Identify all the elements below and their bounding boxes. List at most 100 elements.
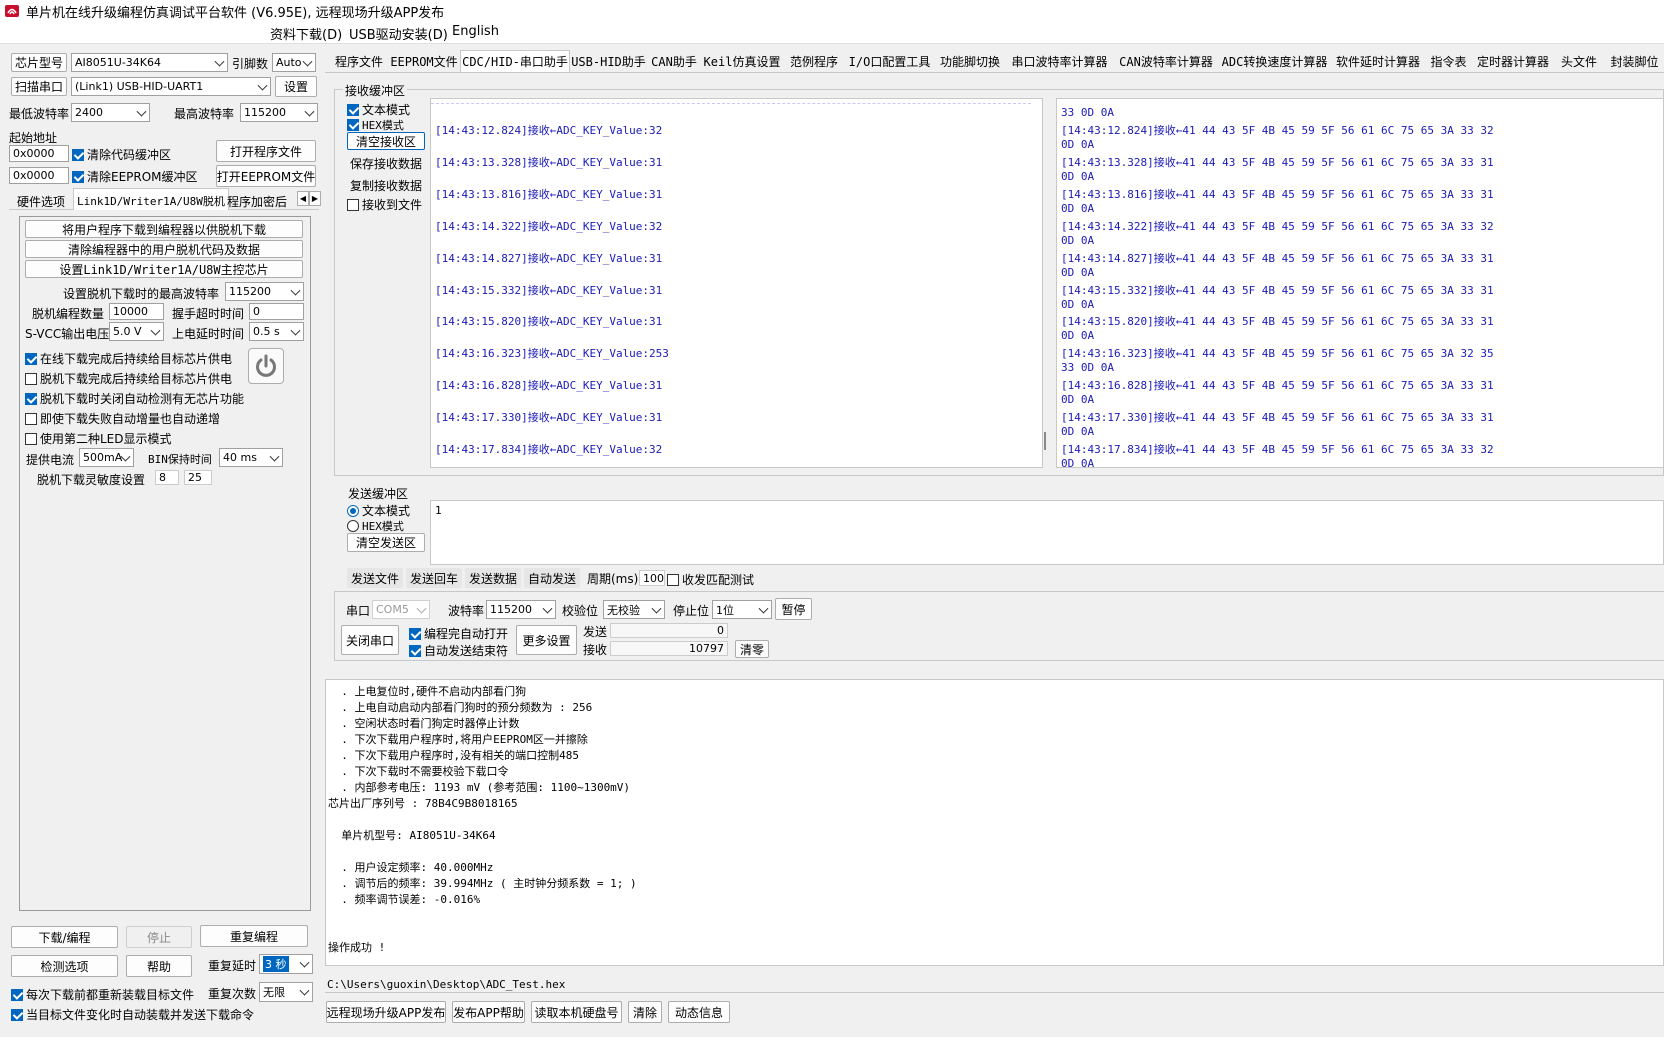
tab-16[interactable]: 封装脚位 [1605, 52, 1664, 71]
rx-hex-mode-checkbox[interactable]: HEX模式 [347, 117, 404, 133]
subtab-encrypt[interactable]: 程序加密后 [227, 193, 295, 210]
baud-select[interactable]: 115200 [486, 600, 556, 619]
publish-help-button[interactable]: 发布APP帮助 [452, 1001, 525, 1023]
scroll-right-icon[interactable]: ▶ [309, 191, 321, 206]
repeat-delay-select[interactable]: 3 秒 [259, 954, 313, 974]
eeprom-address-field[interactable]: 0x0000 [9, 167, 69, 184]
menu-usb-driver[interactable]: USB驱动安装(D) [349, 24, 448, 43]
download-to-programmer-button[interactable]: 将用户程序下载到编程器以供脱机下载 [25, 220, 303, 238]
pins-select[interactable]: Auto [272, 53, 316, 72]
clear-programmer-button[interactable]: 清除编程器中的用户脱机代码及数据 [25, 240, 303, 258]
scroll-left-icon[interactable]: ◀ [297, 191, 309, 206]
receive-hex-area[interactable]: 33 0D 0A [14:43:12.824]接收←41 44 43 5F 4B … [1056, 98, 1664, 468]
reload-file-checkbox[interactable]: 每次下载前都重新装载目标文件 [11, 986, 194, 1003]
stop-bit-select[interactable]: 1位 [712, 600, 772, 619]
chip-model-select[interactable]: AI8051U-34K64 [71, 53, 228, 72]
tab-8[interactable]: 功能脚切换 [935, 52, 1005, 71]
menu-english[interactable]: English [452, 24, 499, 39]
save-receive-button[interactable]: 保存接收数据 [347, 154, 425, 172]
receive-text-area[interactable]: [14:43:12.824]接收←ADC_KEY_Value:32 [14:43:… [430, 98, 1043, 468]
bin-hold-select[interactable]: 40 ms [219, 448, 283, 467]
stop-button[interactable]: 停止 [126, 926, 192, 948]
parity-select[interactable]: 无校验 [603, 600, 665, 619]
tab-3[interactable]: USB-HID助手 [571, 52, 646, 71]
open-eeprom-file-button[interactable]: 打开EEPROM文件 [216, 165, 316, 187]
open-program-file-button[interactable]: 打开程序文件 [216, 140, 316, 162]
scan-port-button[interactable]: 扫描串口 [11, 77, 67, 96]
rx-text-mode-checkbox[interactable]: 文本模式 [347, 101, 410, 118]
clear-log-button[interactable]: 清除 [628, 1001, 662, 1023]
receive-to-file-checkbox[interactable]: 接收到文件 [347, 196, 422, 213]
com-port-select[interactable]: COM5 [372, 600, 430, 619]
tab-9[interactable]: 串口波特率计算器 [1007, 52, 1112, 71]
pause-button[interactable]: 暂停 [775, 598, 812, 620]
auto-load-checkbox[interactable]: 当目标文件变化时自动装载并发送下载命令 [11, 1006, 254, 1023]
menu-download[interactable]: 资料下载(D) [270, 24, 342, 43]
download-program-button[interactable]: 下载/编程 [11, 926, 118, 948]
tab-6[interactable]: 范例程序 [785, 52, 843, 71]
auto-open-checkbox[interactable]: 编程完自动打开 [409, 625, 508, 642]
clear-code-checkbox[interactable]: 清除代码缓冲区 [72, 146, 171, 163]
tab-11[interactable]: ADC转换速度计算器 [1220, 52, 1329, 71]
svcc-select[interactable]: 5.0 V [109, 322, 164, 341]
subtab-hardware[interactable]: 硬件选项 [17, 193, 65, 210]
close-port-button[interactable]: 关闭串口 [341, 625, 399, 655]
power-button[interactable] [248, 348, 284, 384]
send-text-area[interactable]: 1 [430, 500, 1664, 565]
offline-count-field[interactable]: 10000 [109, 303, 164, 320]
log-output-area[interactable]: . 上电复位时,硬件不启动内部看门狗 . 上电自动启动内部看门狗时的预分频数为 … [325, 679, 1664, 966]
power-delay-select[interactable]: 0.5 s [249, 322, 304, 341]
help-button[interactable]: 帮助 [126, 955, 192, 977]
offline-power-checkbox[interactable]: 脱机下载完成后持续给目标芯片供电 [25, 370, 232, 387]
repeat-program-button[interactable]: 重复编程 [200, 925, 308, 947]
sensitivity-field-1[interactable]: 8 [155, 470, 179, 485]
port-settings-button[interactable]: 设置 [275, 76, 317, 97]
check-options-button[interactable]: 检测选项 [11, 955, 118, 977]
tab-12[interactable]: 软件延时计算器 [1331, 52, 1425, 71]
auto-detect-checkbox[interactable]: 脱机下载时关闭自动检测有无芯片功能 [25, 390, 244, 407]
set-master-chip-button[interactable]: 设置Link1D/Writer1A/U8W主控芯片 [25, 260, 303, 278]
send-data-button[interactable]: 发送数据 [465, 568, 521, 588]
current-select[interactable]: 500mA [79, 448, 134, 467]
tab-15[interactable]: 头文件 [1556, 52, 1602, 71]
led-mode-checkbox[interactable]: 使用第二种LED显示模式 [25, 430, 172, 447]
repeat-count-select[interactable]: 无限 [259, 982, 313, 1002]
tab-7[interactable]: I/O口配置工具 [846, 52, 933, 71]
match-test-checkbox[interactable]: 收发匹配测试 [667, 571, 754, 588]
code-address-field[interactable]: 0x0000 [9, 145, 69, 162]
tab-1[interactable]: EEPROM文件 [390, 52, 458, 71]
sensitivity-field-2[interactable]: 25 [184, 470, 212, 485]
tab-13[interactable]: 指令表 [1427, 52, 1470, 71]
tab-2[interactable]: CDC/HID-串口助手 [460, 50, 570, 72]
tab-5[interactable]: Keil仿真设置 [702, 52, 782, 71]
port-select[interactable]: (Link1) USB-HID-UART1 [71, 77, 271, 96]
dynamic-info-button[interactable]: 动态信息 [668, 1001, 730, 1023]
reset-count-button[interactable]: 清零 [735, 640, 769, 658]
offline-max-baud-select[interactable]: 115200 [225, 282, 304, 301]
tx-hex-mode-radio[interactable]: HEX模式 [347, 518, 404, 534]
copy-receive-button[interactable]: 复制接收数据 [347, 176, 425, 194]
min-baud-select[interactable]: 2400 [71, 103, 150, 122]
clear-receive-button[interactable]: 清空接收区 [347, 132, 425, 150]
auto-end-checkbox[interactable]: 自动发送结束符 [409, 642, 508, 659]
tab-10[interactable]: CAN波特率计算器 [1114, 52, 1218, 71]
max-baud-select[interactable]: 115200 [240, 103, 318, 122]
read-disk-id-button[interactable]: 读取本机硬盘号 [531, 1001, 622, 1023]
clear-eeprom-checkbox[interactable]: 清除EEPROM缓冲区 [72, 168, 198, 185]
online-power-checkbox[interactable]: 在线下载完成后持续给目标芯片供电 [25, 350, 232, 367]
splitter-handle[interactable] [1044, 432, 1046, 450]
subtab-offline[interactable]: Link1D/Writer1A/U8W脱机 [73, 188, 229, 210]
period-field[interactable]: 100 [639, 570, 665, 586]
tx-text-mode-radio[interactable]: 文本模式 [347, 502, 410, 519]
tab-14[interactable]: 定时器计算器 [1472, 52, 1554, 71]
auto-send-button[interactable]: 自动发送 [524, 568, 580, 588]
chip-model-button[interactable]: 芯片型号 [11, 53, 67, 72]
handshake-field[interactable]: 0 [249, 303, 304, 320]
clear-send-button[interactable]: 清空发送区 [347, 533, 425, 552]
auto-increment-checkbox[interactable]: 即使下载失败自动增量也自动递增 [25, 410, 220, 427]
tab-0[interactable]: 程序文件 [331, 52, 387, 71]
send-enter-button[interactable]: 发送回车 [406, 568, 462, 588]
tab-4[interactable]: CAN助手 [648, 52, 700, 71]
send-file-button[interactable]: 发送文件 [347, 568, 403, 588]
publish-app-button[interactable]: 远程现场升级APP发布 [326, 1001, 446, 1023]
